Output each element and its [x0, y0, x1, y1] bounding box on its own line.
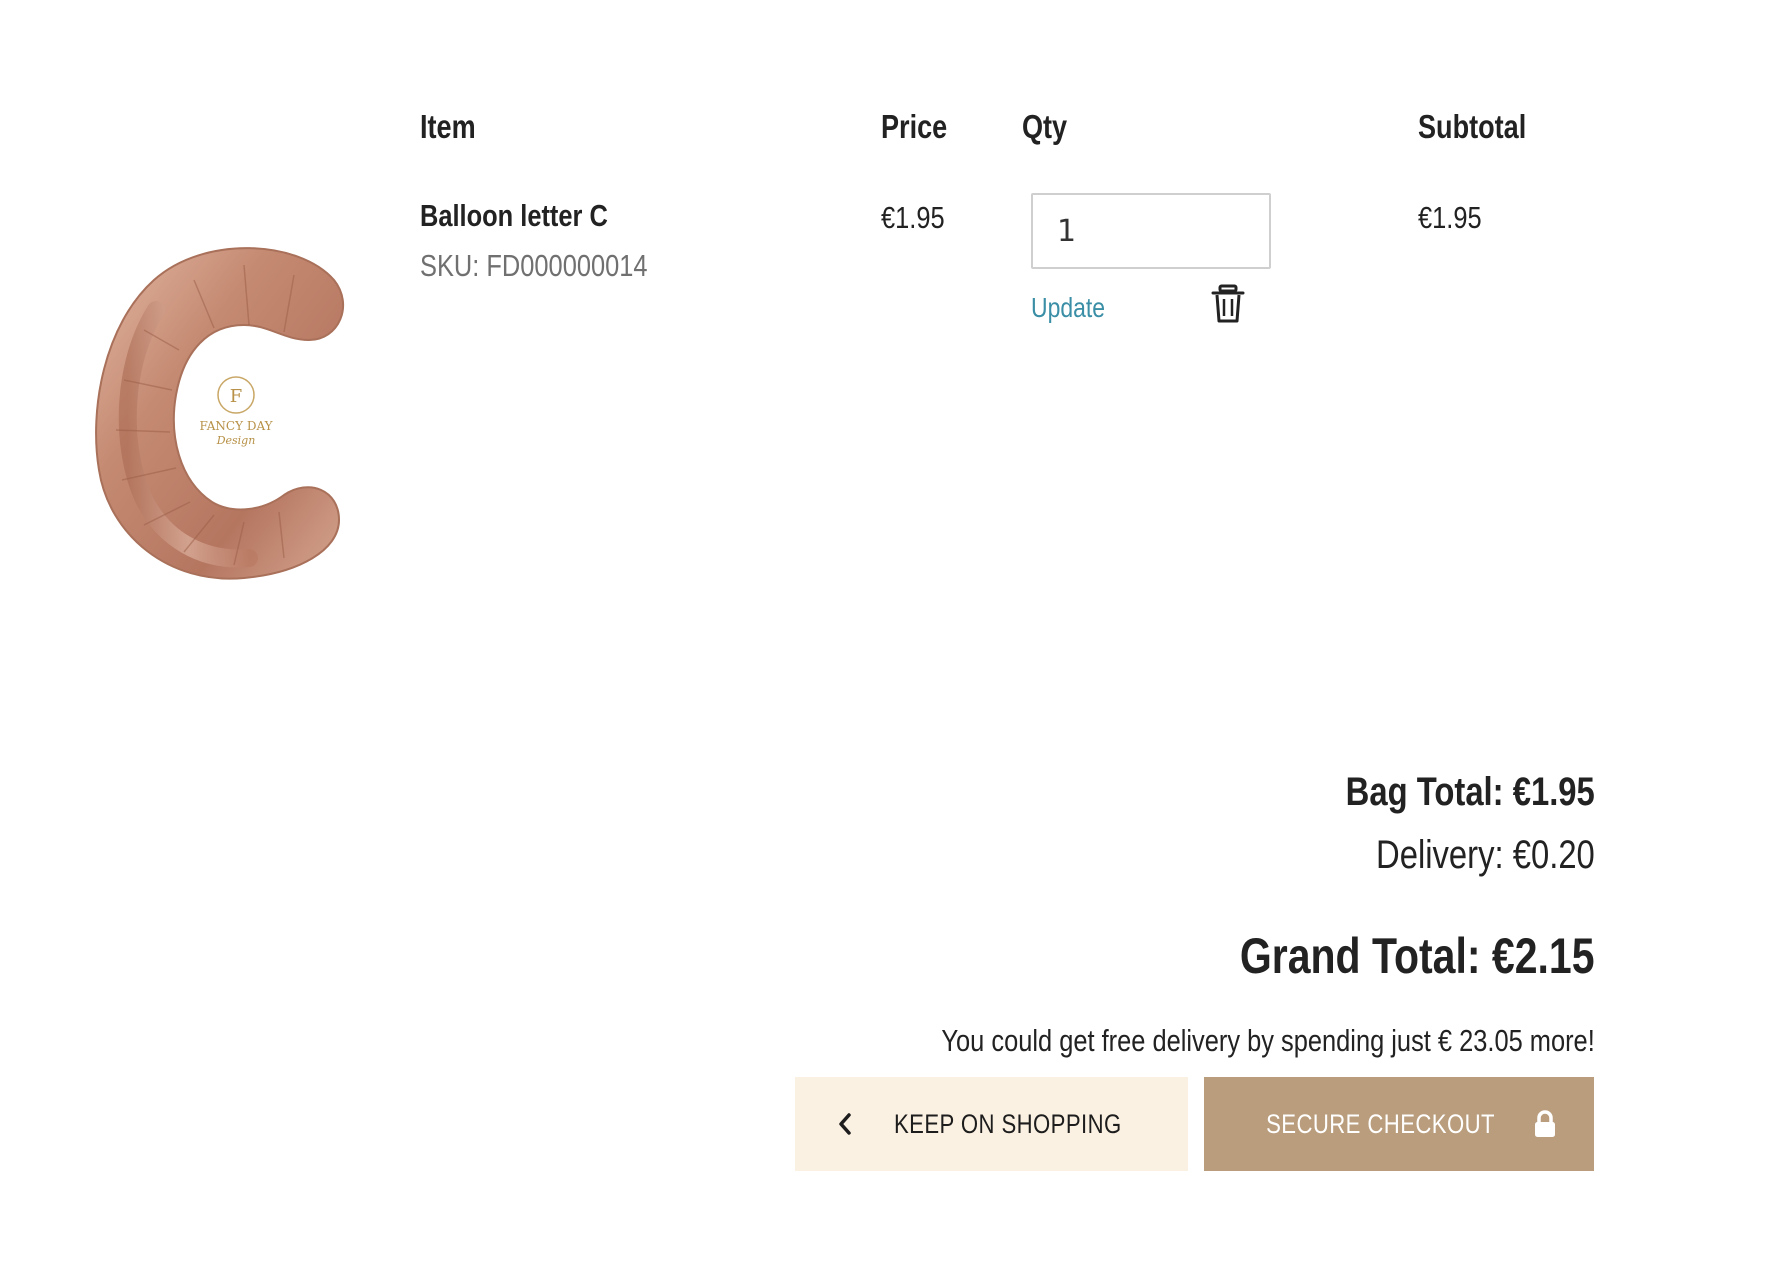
svg-text:Design: Design: [216, 434, 256, 447]
delivery-cost: Delivery: €0.20: [1376, 833, 1595, 877]
bag-total: Bag Total: €1.95: [1345, 770, 1595, 814]
quantity-input[interactable]: [1031, 193, 1271, 269]
column-header-subtotal: Subtotal: [1418, 108, 1527, 145]
lock-icon: [1534, 1110, 1555, 1137]
column-header-qty: Qty: [1022, 108, 1068, 145]
svg-text:F: F: [230, 386, 243, 407]
checkout-label: SECURE CHECKOUT: [1266, 1108, 1496, 1139]
chevron-left-icon: [838, 1113, 851, 1135]
free-delivery-message: You could get free delivery by spending …: [941, 1023, 1595, 1058]
product-image[interactable]: F FANCY DAY Design: [84, 240, 354, 585]
column-header-item: Item: [420, 108, 476, 145]
grand-total: Grand Total: €2.15: [1240, 928, 1595, 984]
secure-checkout-button[interactable]: SECURE CHECKOUT: [1204, 1077, 1594, 1171]
column-header-price: Price: [881, 108, 948, 145]
product-subtotal: €1.95: [1418, 200, 1482, 235]
keep-shopping-label: KEEP ON SHOPPING: [893, 1108, 1122, 1139]
keep-shopping-button[interactable]: KEEP ON SHOPPING: [795, 1077, 1188, 1171]
product-name[interactable]: Balloon letter C: [420, 198, 649, 234]
product-sku: SKU: FD000000014: [420, 248, 648, 283]
brand-watermark: F FANCY DAY Design: [199, 376, 274, 447]
trash-icon[interactable]: [1211, 284, 1245, 324]
update-quantity-link[interactable]: Update: [1031, 292, 1121, 324]
svg-text:FANCY DAY: FANCY DAY: [199, 419, 273, 433]
product-price: €1.95: [881, 200, 945, 235]
